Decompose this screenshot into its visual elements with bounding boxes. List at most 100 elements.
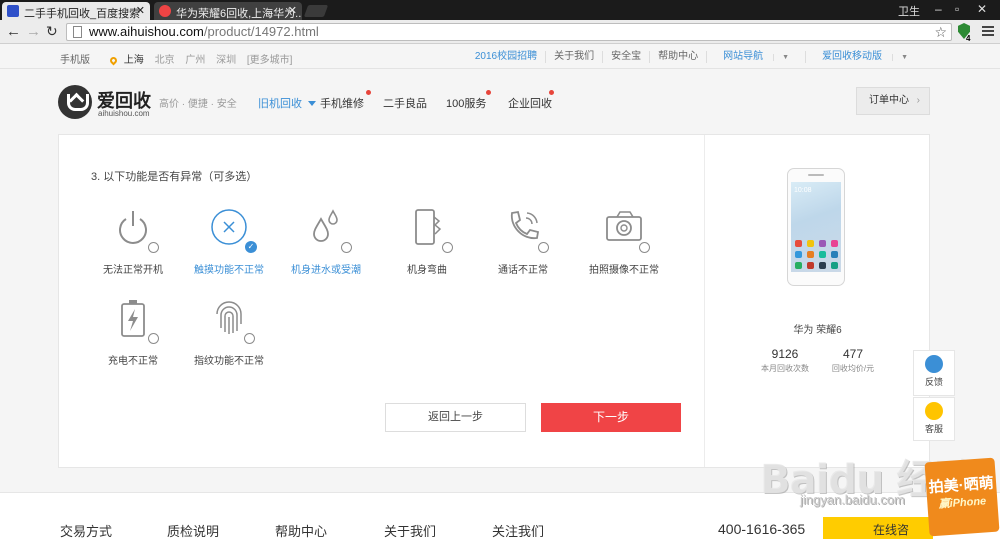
option-checkbox[interactable] <box>538 242 549 253</box>
watermark-url: jingyan.baidu.com <box>800 492 905 507</box>
nav-second-hand[interactable]: 二手良品 <box>383 95 427 111</box>
about-us-link[interactable]: 关于我们 <box>545 51 602 63</box>
new-tab-button[interactable] <box>303 5 329 17</box>
nav-enterprise[interactable]: 企业回收 <box>508 90 554 111</box>
option-checkbox[interactable] <box>148 242 159 253</box>
top-links: 2016校园招聘 关于我们 安全宝 帮助中心 网站导航 ▼ 爱回收移动版 ▼ <box>467 51 924 63</box>
footer-follow[interactable]: 关注我们 <box>492 521 544 539</box>
battery-icon <box>113 298 159 344</box>
option-label: 拍照摄像不正常 <box>589 265 659 276</box>
option-call[interactable]: 通话不正常 <box>477 207 569 276</box>
location-pin-icon <box>108 55 119 66</box>
forward-arrow-icon[interactable]: → <box>26 23 41 40</box>
site-nav-label: 网站导航 <box>723 51 764 62</box>
minimize-icon[interactable]: – <box>935 2 942 16</box>
site-header: 爱回收 aihuishou.com 高价 · 便捷 · 安全 旧机回收 手机维修… <box>0 70 1000 134</box>
city-option[interactable]: 北京 <box>155 55 175 66</box>
online-consult-button[interactable]: 在线咨 <box>823 517 933 539</box>
footer-phone: 400-1616-365 <box>718 521 806 537</box>
city-option[interactable]: 广州 <box>185 55 205 66</box>
feedback-button[interactable]: 反馈 <box>913 350 955 396</box>
phone-speaker <box>808 174 824 176</box>
chevron-right-icon: › <box>916 95 920 106</box>
promo-line2: 赢iPhone <box>938 495 987 511</box>
avg-price-label: 回收均价/元 <box>831 364 875 373</box>
mobile-site-link[interactable]: 爱回收移动版 ▼ <box>805 51 924 63</box>
option-checkbox[interactable] <box>341 242 352 253</box>
option-checkbox[interactable] <box>639 242 650 253</box>
footer-trade-method[interactable]: 交易方式 <box>60 521 112 539</box>
option-label: 指纹功能不正常 <box>194 356 264 367</box>
phone-clock: 10:08 <box>794 187 812 194</box>
option-label: 机身弯曲 <box>407 265 447 276</box>
option-label: 无法正常开机 <box>103 265 163 276</box>
help-center-link[interactable]: 帮助中心 <box>649 51 706 63</box>
question-title: 3. 以下功能是否有异常（可多选） <box>91 171 258 183</box>
checked-icon[interactable]: ✓ <box>245 241 257 253</box>
extension-badge: 4 <box>966 34 971 43</box>
nav-recycle[interactable]: 旧机回收 <box>258 95 316 111</box>
browser-tab-strip: 二手手机回收_百度搜索 ✕ 华为荣耀6回收,上海华为... ✕ 卫生 – ▫ ✕ <box>0 0 1000 20</box>
app-icon <box>819 240 826 247</box>
top-utility-bar: 手机版 上海 北京 广州 深圳 [更多城市] 2016校园招聘 关于我们 安全宝… <box>0 45 1000 69</box>
nav-repair[interactable]: 手机维修 <box>320 90 371 111</box>
next-step-button[interactable]: 下一步 <box>541 403 681 432</box>
browser-menu-icon[interactable] <box>982 26 994 38</box>
app-icon <box>807 240 814 247</box>
feedback-icon <box>925 355 943 373</box>
option-checkbox[interactable] <box>442 242 453 253</box>
mobile-version-link[interactable]: 手机版 <box>60 51 90 66</box>
campus-recruit-link[interactable]: 2016校园招聘 <box>467 51 545 63</box>
avg-price-stat: 477 回收均价/元 <box>813 347 893 374</box>
app-icon <box>819 251 826 258</box>
nav-recycle-label: 旧机回收 <box>258 98 302 110</box>
customer-service-icon <box>925 402 943 420</box>
new-badge-dot <box>366 90 371 95</box>
option-water-damage[interactable]: 机身进水或受潮 <box>280 207 372 276</box>
customer-service-button[interactable]: 客服 <box>913 397 955 441</box>
product-panel: 10:08 华为 荣耀6 9126 本月回收次数 477 回收均价/元 <box>704 135 929 467</box>
tab-product-page[interactable]: 华为荣耀6回收,上海华为... ✕ <box>154 2 302 20</box>
option-checkbox[interactable] <box>148 333 159 344</box>
close-window-icon[interactable]: ✕ <box>977 2 987 16</box>
logo-icon[interactable] <box>58 85 92 119</box>
water-drop-icon <box>306 207 352 253</box>
site-nav-link[interactable]: 网站导航 ▼ <box>706 51 805 63</box>
footer-about[interactable]: 关于我们 <box>384 521 436 539</box>
tab-title: 华为荣耀6回收,上海华为... <box>176 8 302 20</box>
option-touch[interactable]: ✓ 触摸功能不正常 <box>183 207 275 276</box>
order-center-button[interactable]: 订单中心 › <box>856 87 930 115</box>
back-arrow-icon[interactable]: ← <box>6 23 21 40</box>
new-badge-dot <box>549 90 554 95</box>
maximize-icon[interactable]: ▫ <box>955 2 959 16</box>
app-icon <box>795 262 802 269</box>
reload-icon[interactable]: ↻ <box>46 23 58 40</box>
tab-baidu-search[interactable]: 二手手机回收_百度搜索 ✕ <box>2 2 150 20</box>
slogan: 高价 · 便捷 · 安全 <box>159 99 237 110</box>
more-cities-link[interactable]: [更多城市] <box>247 55 293 66</box>
tab-close-icon[interactable]: ✕ <box>288 4 297 17</box>
url-field[interactable]: www.aihuishou.com/product/14972.html ☆ <box>66 23 952 41</box>
city-option[interactable]: 深圳 <box>216 55 236 66</box>
option-checkbox[interactable] <box>244 333 255 344</box>
app-icon <box>819 262 826 269</box>
tab-close-icon[interactable]: ✕ <box>136 4 145 17</box>
bookmark-star-icon[interactable]: ☆ <box>934 24 947 40</box>
footer-help[interactable]: 帮助中心 <box>275 521 327 539</box>
option-label: 通话不正常 <box>498 265 548 276</box>
option-bent[interactable]: 机身弯曲 <box>381 207 473 276</box>
back-step-button[interactable]: 返回上一步 <box>385 403 526 432</box>
nav-100-service[interactable]: 100服务 <box>446 90 491 111</box>
chevron-down-icon <box>308 101 316 106</box>
footer-inspection[interactable]: 质检说明 <box>167 521 219 539</box>
address-toolbar: ← → ↻ www.aihuishou.com/product/14972.ht… <box>0 20 1000 44</box>
bent-phone-icon <box>407 207 453 253</box>
phone-image: 10:08 <box>787 168 845 286</box>
option-camera[interactable]: 拍照摄像不正常 <box>578 207 670 276</box>
option-charging[interactable]: 充电不正常 <box>87 298 179 367</box>
option-fingerprint[interactable]: 指纹功能不正常 <box>183 298 275 367</box>
safety-link[interactable]: 安全宝 <box>602 51 649 63</box>
city-current[interactable]: 上海 <box>124 55 144 66</box>
site-favicon-icon <box>159 5 171 17</box>
option-no-power[interactable]: 无法正常开机 <box>87 207 179 276</box>
